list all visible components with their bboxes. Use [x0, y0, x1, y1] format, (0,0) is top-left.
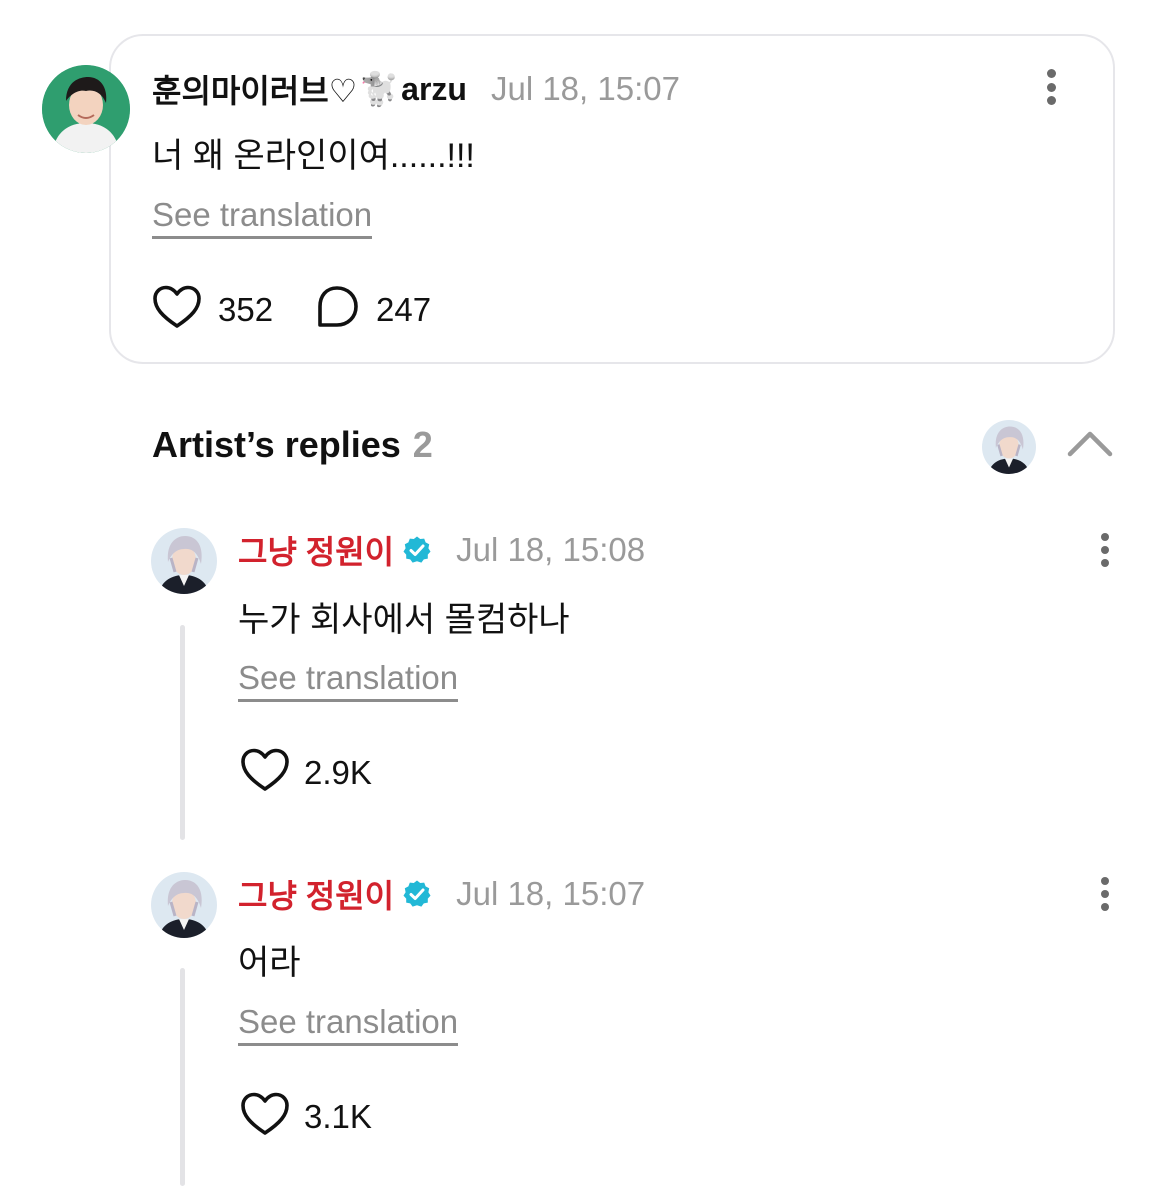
- artist-replies-heading: Artist’s replies 2: [152, 424, 433, 466]
- reply-text: 어라: [238, 944, 301, 982]
- see-translation-link[interactable]: See translation: [152, 196, 373, 239]
- like-count: 3.1K: [304, 1097, 372, 1135]
- more-vertical-icon[interactable]: [1041, 69, 1061, 105]
- post-timestamp: Jul 18, 15:07: [490, 70, 680, 107]
- see-translation-link[interactable]: See translation: [238, 1003, 459, 1046]
- post-author-name[interactable]: 훈의마이러브♡: [152, 66, 357, 112]
- comment-bubble-icon: [314, 284, 360, 335]
- post-author-name-suffix[interactable]: arzu: [401, 71, 467, 108]
- reply-author-name[interactable]: 그냥 정원이: [238, 871, 394, 917]
- reply-header: 그냥 정원이 Jul 18, 15:07: [238, 869, 645, 919]
- like-count: 2.9K: [304, 753, 372, 791]
- like-button[interactable]: 3.1K: [240, 1091, 372, 1142]
- reply-author-avatar[interactable]: [151, 528, 217, 594]
- heart-icon: [152, 284, 202, 335]
- post-author-avatar[interactable]: [42, 65, 130, 153]
- like-button[interactable]: 352: [152, 284, 273, 335]
- like-count: 352: [218, 290, 274, 328]
- artist-replies-count: 2: [412, 424, 433, 465]
- poodle-emoji: 🐩: [359, 70, 400, 108]
- reply-text: 누가 회사에서 몰컴하나: [238, 601, 570, 639]
- reply-count: 247: [376, 290, 432, 328]
- more-vertical-icon[interactable]: [1095, 877, 1115, 911]
- verified-badge-icon: [402, 879, 432, 909]
- post-header: 훈의마이러브♡ 🐩 arzu Jul 18, 15:07: [152, 64, 680, 114]
- reply-author-name[interactable]: 그냥 정원이: [238, 527, 394, 573]
- artist-avatar[interactable]: [982, 420, 1036, 474]
- chevron-up-icon[interactable]: [1066, 428, 1114, 463]
- reply-author-avatar[interactable]: [151, 872, 217, 938]
- more-vertical-icon[interactable]: [1095, 533, 1115, 567]
- like-button[interactable]: 2.9K: [240, 747, 372, 798]
- comment-thread-page: 훈의마이러브♡ 🐩 arzu Jul 18, 15:07 너 왜 온라인이여..…: [0, 0, 1160, 1200]
- post-text: 너 왜 온라인이여......!!!: [152, 137, 475, 175]
- see-translation-link[interactable]: See translation: [238, 659, 459, 702]
- artist-replies-title: Artist’s replies: [152, 424, 401, 465]
- heart-icon: [240, 747, 290, 798]
- reply-timestamp: Jul 18, 15:08: [456, 531, 646, 568]
- reply-timestamp: Jul 18, 15:07: [456, 875, 646, 912]
- verified-badge-icon: [402, 535, 432, 565]
- heart-icon: [240, 1091, 290, 1142]
- reply-button[interactable]: 247: [314, 284, 431, 335]
- reply-header: 그냥 정원이 Jul 18, 15:08: [238, 525, 645, 575]
- thread-line: [180, 625, 185, 840]
- thread-line: [180, 968, 185, 1186]
